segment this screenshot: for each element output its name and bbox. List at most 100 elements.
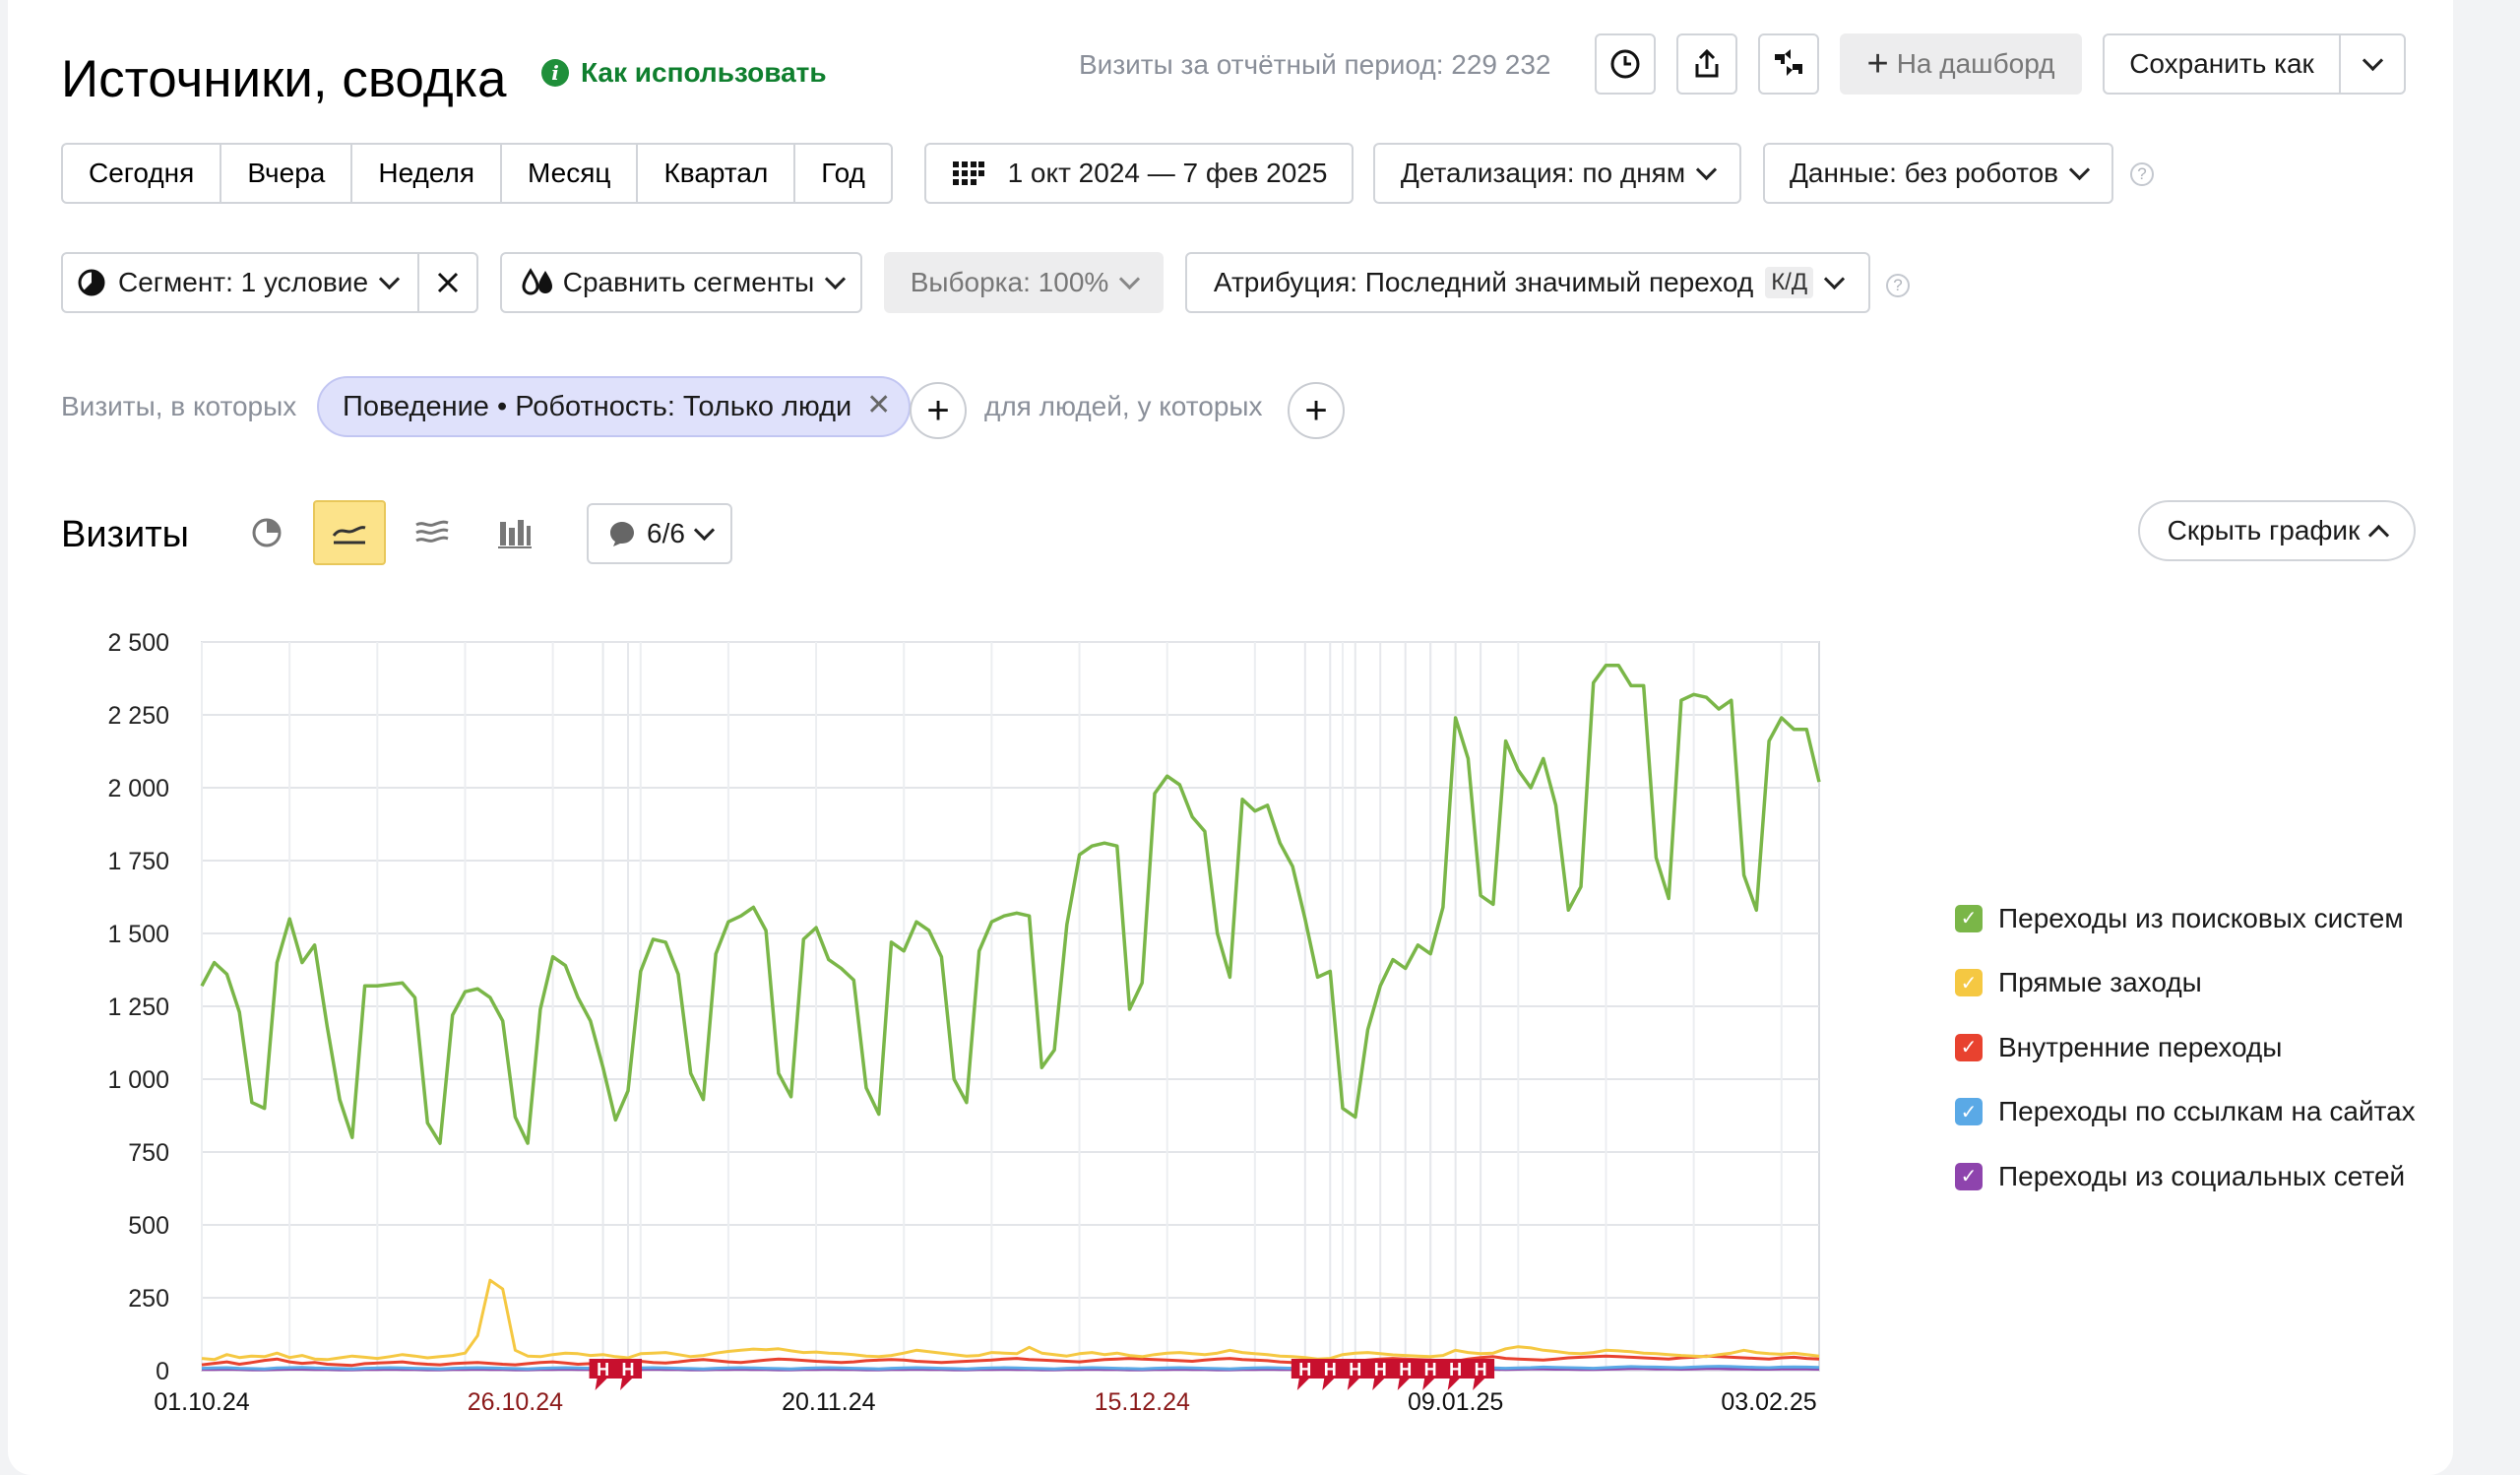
- x-tick-label: 09.01.25: [1408, 1388, 1503, 1416]
- legend-item-social[interactable]: ✓ Переходы из социальных сетей: [1955, 1144, 2416, 1209]
- compare-segments-dropdown[interactable]: Сравнить сегменты: [500, 252, 862, 313]
- chevron-down-icon: [1695, 159, 1718, 180]
- date-range-picker[interactable]: 1 окт 2024 — 7 фев 2025: [924, 143, 1354, 204]
- series-line: [200, 663, 1821, 1145]
- calendar-icon: [952, 161, 984, 185]
- visits-line-chart: 2 500 2 250 2 000 1 750 1 500 1 250 1 000 750 50…: [107, 629, 1821, 1416]
- period-today[interactable]: Сегодня: [63, 145, 222, 202]
- checkbox-checked-icon[interactable]: ✓: [1955, 969, 1983, 997]
- y-tick-label: 0: [156, 1358, 169, 1385]
- chevron-down-icon: [825, 268, 847, 289]
- y-tick-label: 2 250: [107, 702, 169, 730]
- page-title: Источники, сводка: [61, 50, 507, 108]
- export-button[interactable]: [1676, 33, 1737, 95]
- plus-icon: +: [1866, 42, 1889, 85]
- plus-icon: +: [1304, 388, 1328, 432]
- checkbox-checked-icon[interactable]: ✓: [1955, 1033, 1983, 1061]
- y-tick-label: 2 000: [107, 775, 169, 802]
- checkbox-checked-icon[interactable]: ✓: [1955, 1098, 1983, 1126]
- share-icon: [1695, 48, 1719, 78]
- segment-clear-button[interactable]: [417, 252, 478, 313]
- period-quarter[interactable]: Квартал: [638, 145, 796, 202]
- holiday-marker-label: Н: [1349, 1360, 1361, 1379]
- help-icon[interactable]: ?: [2130, 162, 2154, 186]
- holiday-marker-label: Н: [597, 1360, 609, 1379]
- legend-label: Прямые заходы: [1998, 967, 2202, 998]
- period-yesterday[interactable]: Вчера: [221, 145, 353, 202]
- series-line: [201, 1278, 1820, 1362]
- checkbox-checked-icon[interactable]: ✓: [1955, 1162, 1983, 1190]
- dashboard-label: На дашборд: [1896, 48, 2055, 79]
- y-tick-label: 500: [128, 1212, 169, 1240]
- filter-chip[interactable]: Поведение • Роботность: Только люди ✕: [317, 376, 912, 437]
- chevron-up-icon: [2368, 524, 2390, 545]
- checkbox-checked-icon[interactable]: ✓: [1955, 904, 1983, 932]
- holiday-marker-label: Н: [1424, 1360, 1437, 1379]
- filter-prefix: Визиты, в которых: [61, 391, 297, 421]
- chevron-down-icon: [1823, 268, 1846, 289]
- y-tick-label: 1 500: [107, 921, 169, 948]
- legend-label: Переходы из социальных сетей: [1998, 1160, 2406, 1191]
- data-dropdown[interactable]: Данные: без роботов: [1763, 143, 2113, 204]
- y-tick-label: 1 750: [107, 848, 169, 875]
- pie-segment-icon: [78, 269, 105, 296]
- y-tick-label: 250: [128, 1285, 169, 1313]
- hide-chart-button[interactable]: Скрыть график: [2138, 500, 2416, 561]
- save-as-button[interactable]: Сохранить как: [2103, 33, 2341, 95]
- plus-icon: +: [926, 388, 950, 432]
- help-icon[interactable]: ?: [1886, 274, 1910, 297]
- attribution-badge: К/Д: [1765, 267, 1814, 298]
- filter-chip-label: Поведение • Роботность: Только люди: [343, 390, 852, 422]
- history-button[interactable]: [1595, 33, 1656, 95]
- detail-label: Детализация: по дням: [1400, 158, 1686, 188]
- save-options-dropdown[interactable]: [2339, 33, 2406, 95]
- close-icon[interactable]: ✕: [866, 388, 891, 422]
- add-to-dashboard-button[interactable]: + На дашборд: [1840, 33, 2082, 95]
- period-selector: Сегодня Вчера Неделя Месяц Квартал Год: [61, 143, 893, 204]
- holiday-marker-label: Н: [1449, 1360, 1462, 1379]
- date-range-label: 1 окт 2024 — 7 фев 2025: [1007, 158, 1328, 188]
- drops-icon: [522, 268, 552, 295]
- chart-legend: ✓ Переходы из поисковых систем ✓ Прямые …: [1955, 886, 2416, 1209]
- data-label: Данные: без роботов: [1789, 158, 2059, 188]
- x-tick-label: 26.10.24: [468, 1388, 563, 1416]
- legend-label: Внутренние переходы: [1998, 1031, 2283, 1062]
- legend-item-links[interactable]: ✓ Переходы по ссылкам на сайтах: [1955, 1080, 2416, 1145]
- period-week[interactable]: Неделя: [352, 145, 503, 202]
- compare-label: Сравнить сегменты: [562, 267, 815, 297]
- clock-icon: [1610, 49, 1640, 79]
- x-tick-label: 03.02.25: [1721, 1388, 1816, 1416]
- holiday-marker-label: Н: [1374, 1360, 1387, 1379]
- y-tick-label: 1 250: [107, 994, 169, 1021]
- legend-item-direct[interactable]: ✓ Прямые заходы: [1955, 951, 2416, 1016]
- legend-item-internal[interactable]: ✓ Внутренние переходы: [1955, 1015, 2416, 1080]
- visits-total: Визиты за отчётный период: 229 232: [1079, 49, 1551, 80]
- holiday-marker-label: Н: [1298, 1360, 1311, 1379]
- x-tick-label: 15.12.24: [1095, 1388, 1190, 1416]
- sample-dropdown[interactable]: Выборка: 100%: [884, 252, 1164, 313]
- segment-label: Сегмент: 1 условие: [118, 267, 369, 297]
- period-month[interactable]: Месяц: [502, 145, 639, 202]
- add-people-condition-button[interactable]: +: [1288, 382, 1345, 439]
- legend-label: Переходы из поисковых систем: [1998, 902, 2404, 933]
- save-as-label: Сохранить как: [2129, 48, 2314, 79]
- period-year[interactable]: Год: [795, 145, 891, 202]
- feedback-button[interactable]: [1758, 33, 1819, 95]
- segment-dropdown[interactable]: Сегмент: 1 условие: [61, 252, 419, 313]
- attribution-label: Атрибуция: Последний значимый переход: [1213, 267, 1754, 297]
- add-visit-condition-button[interactable]: +: [910, 382, 967, 439]
- detail-dropdown[interactable]: Детализация: по дням: [1373, 143, 1741, 204]
- attribution-dropdown[interactable]: Атрибуция: Последний значимый переход К/…: [1185, 252, 1870, 313]
- y-tick-label: 2 500: [107, 629, 169, 657]
- legend-item-search[interactable]: ✓ Переходы из поисковых систем: [1955, 886, 2416, 951]
- holiday-marker-label: Н: [1475, 1360, 1487, 1379]
- chevron-down-icon: [2068, 159, 2091, 180]
- close-icon: [437, 272, 459, 293]
- series-line: [201, 1365, 1820, 1371]
- x-tick-label: 20.11.24: [782, 1388, 876, 1416]
- chevron-down-icon: [1119, 268, 1141, 289]
- holiday-marker-label: Н: [622, 1360, 635, 1379]
- people-condition-label: для людей, у которых: [984, 391, 1263, 421]
- howto-link[interactable]: i Как использовать: [541, 57, 827, 89]
- sample-label: Выборка: 100%: [910, 267, 1109, 297]
